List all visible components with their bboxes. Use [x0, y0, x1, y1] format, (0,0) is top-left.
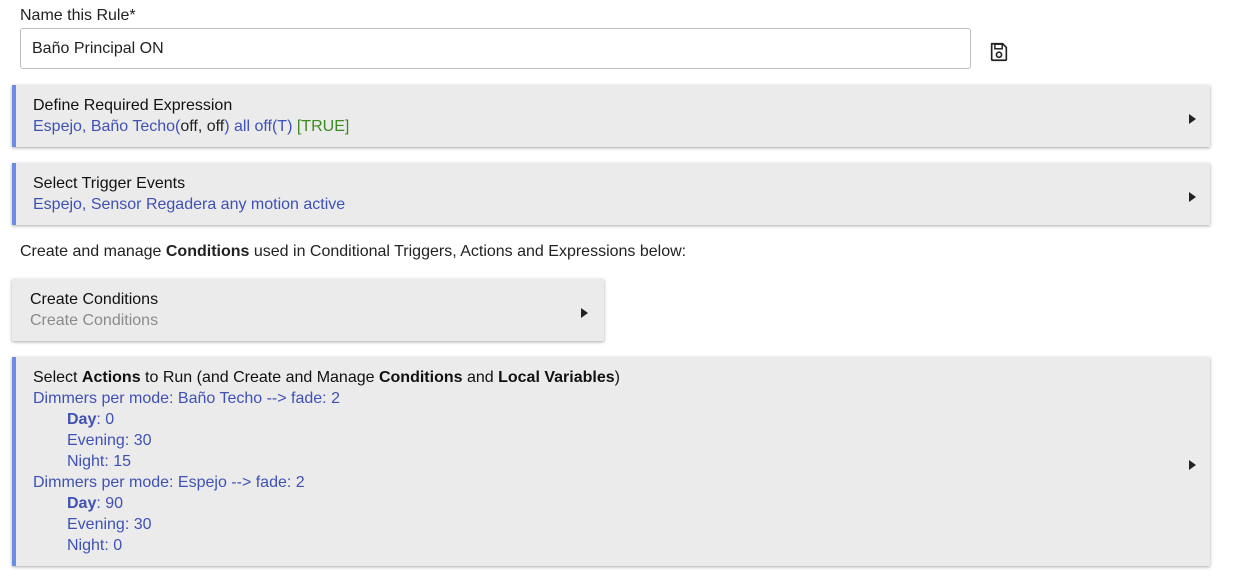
- info-before: Create and manage: [20, 243, 166, 260]
- actions-title: Select Actions to Run (and Create and Ma…: [33, 369, 620, 387]
- actions-title-part: and: [462, 369, 499, 386]
- action-header: Dimmers per mode: Baño Techo --> fade: 2: [33, 390, 340, 407]
- mode-name: Day: [67, 495, 97, 512]
- rule-name-label: Name this Rule*: [20, 7, 136, 24]
- actions-title-part: ): [614, 369, 620, 386]
- rule-name-input[interactable]: [20, 28, 971, 69]
- action-mode-line: Evening: 30: [67, 516, 152, 534]
- action-mode-line: Night: 0: [67, 537, 122, 555]
- mode-value: 15: [113, 453, 132, 470]
- trigger-events-card[interactable]: Select Trigger Events Espejo, Sensor Reg…: [12, 163, 1210, 225]
- actions-title-bold: Local Variables: [498, 369, 615, 386]
- mode-value: 90: [105, 495, 124, 512]
- mode-name: Night: [67, 537, 105, 554]
- required-expression-summary: Espejo, Baño Techo(off, off) all off(T) …: [33, 118, 349, 136]
- actions-title-bold: Conditions: [378, 369, 463, 386]
- mode-value: 0: [105, 411, 115, 428]
- mode-sep: :: [124, 432, 134, 449]
- mode-name: Night: [67, 453, 105, 470]
- action-mode-line: Day: 90: [67, 495, 123, 513]
- info-after: used in Conditional Triggers, Actions an…: [249, 243, 687, 260]
- triangle-right-icon: [1189, 192, 1196, 202]
- expression-result: [TRUE]: [296, 118, 350, 135]
- required-expression-card[interactable]: Define Required Expression Espejo, Baño …: [12, 85, 1210, 147]
- mode-value: 30: [133, 516, 152, 533]
- save-button[interactable]: [988, 40, 1010, 64]
- actions-title-part: to Run (and Create and Manage: [140, 369, 379, 386]
- mode-sep: :: [96, 411, 106, 428]
- mode-name: Day: [67, 411, 97, 428]
- mode-name: Evening: [67, 432, 125, 449]
- action-header: Dimmers per mode: Espejo --> fade: 2: [33, 474, 305, 491]
- floppy-disk-icon: [990, 42, 1008, 62]
- mode-sep: :: [104, 453, 114, 470]
- mode-sep: :: [96, 495, 106, 512]
- action-mode-line: Evening: 30: [67, 432, 152, 450]
- actions-title-part: Select: [33, 369, 82, 386]
- triangle-right-icon: [581, 308, 588, 318]
- required-expression-title: Define Required Expression: [33, 97, 233, 114]
- create-conditions-title: Create Conditions: [30, 291, 159, 308]
- mode-value: 30: [133, 432, 152, 449]
- create-conditions-subtitle: Create Conditions: [30, 312, 159, 329]
- mode-name: Evening: [67, 516, 125, 533]
- triangle-right-icon: [1189, 460, 1196, 470]
- expression-devices: Espejo, Baño Techo: [33, 118, 176, 135]
- actions-card[interactable]: Select Actions to Run (and Create and Ma…: [12, 357, 1210, 566]
- info-bold: Conditions: [165, 243, 250, 260]
- mode-sep: :: [124, 516, 134, 533]
- triangle-right-icon: [1189, 114, 1196, 124]
- actions-title-bold: Actions: [81, 369, 141, 386]
- action-mode-line: Day: 0: [67, 411, 114, 429]
- trigger-events-title: Select Trigger Events: [33, 175, 186, 192]
- expression-states: off, off: [180, 118, 225, 135]
- trigger-events-summary: Espejo, Sensor Regadera any motion activ…: [33, 196, 346, 213]
- action-mode-line: Night: 15: [67, 453, 131, 471]
- mode-sep: :: [104, 537, 114, 554]
- conditions-info-text: Create and manage Conditions used in Con…: [20, 243, 686, 261]
- create-conditions-card[interactable]: Create Conditions Create Conditions: [12, 279, 604, 341]
- mode-value: 0: [113, 537, 123, 554]
- expression-rest: ) all off(T): [224, 118, 293, 135]
